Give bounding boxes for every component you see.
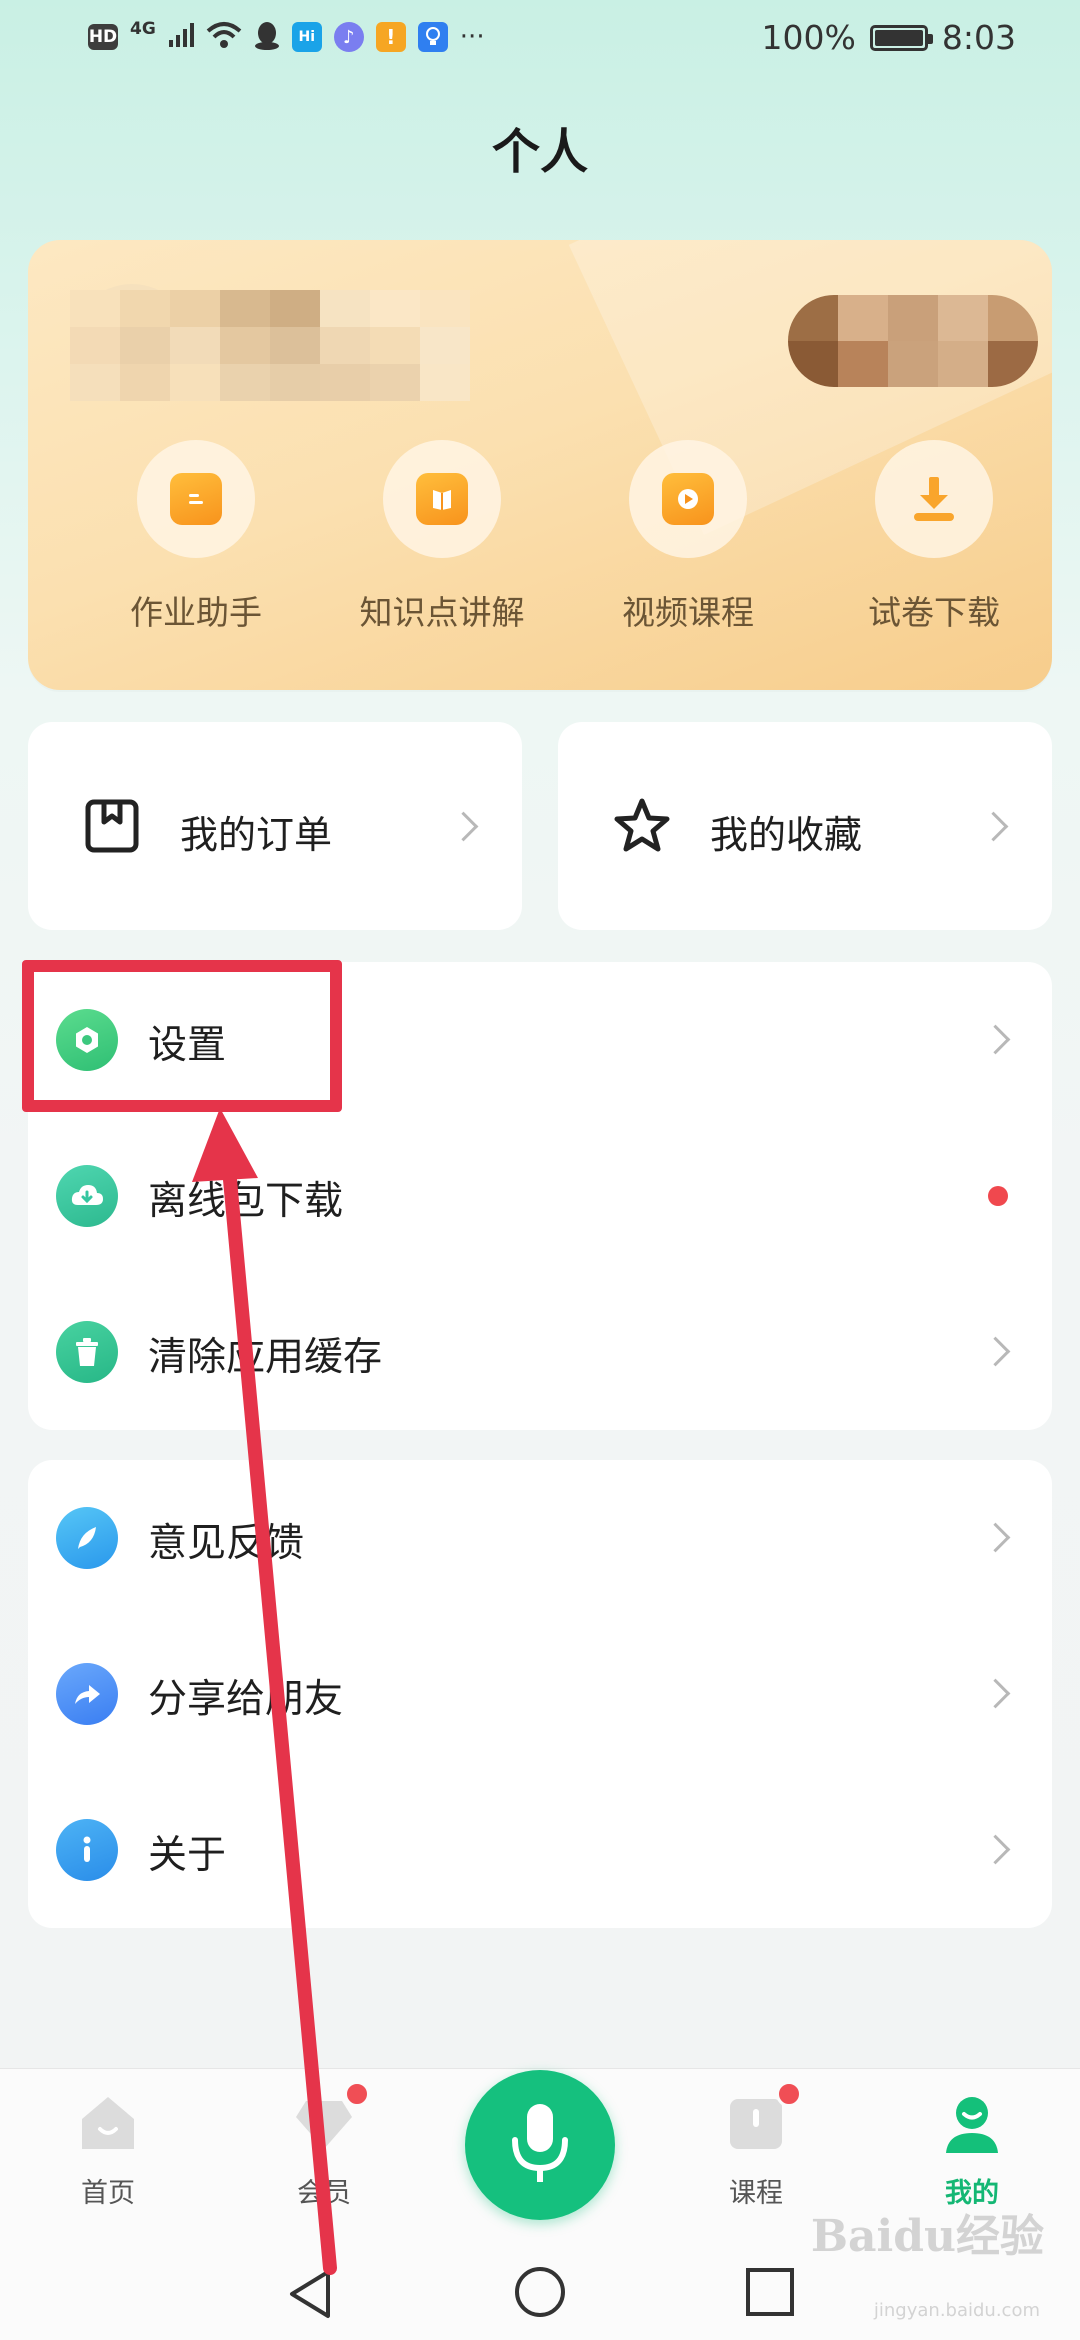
quick-action-homework[interactable]: 作业助手 [96, 440, 296, 634]
quick-action-label: 试卷下载 [868, 593, 1000, 632]
course-icon [724, 2081, 802, 2155]
signal-icon [168, 22, 194, 52]
menu-item-label: 意见反馈 [148, 1521, 305, 1566]
menu-item-label: 清除应用缓存 [148, 1335, 383, 1380]
profile-card[interactable]: 作业助手 知识点讲解 视频课程 试卷下载 [28, 240, 1052, 690]
quick-action-download[interactable]: 试卷下载 [834, 440, 1034, 634]
share-icon [56, 1663, 118, 1725]
tab-label: 课程 [729, 2178, 783, 2209]
vip-badge-blurred[interactable] [788, 295, 1038, 387]
menu-item-share[interactable]: 分享给朋友 [28, 1616, 1052, 1772]
diamond-icon [292, 2081, 370, 2155]
chevron-right-icon [978, 811, 1009, 842]
menu-item-label: 关于 [148, 1833, 227, 1878]
quick-action-circle [629, 440, 747, 558]
play-icon [662, 473, 714, 525]
tab-home[interactable]: 首页 [38, 2091, 178, 2210]
menu-item-clear-cache[interactable]: 清除应用缓存 [28, 1274, 1052, 1430]
order-icon [85, 799, 139, 853]
trash-icon [56, 1321, 118, 1383]
hi-app-icon: Hi [291, 22, 322, 52]
back-nav-icon[interactable] [284, 2266, 340, 2322]
chevron-right-icon [980, 1336, 1011, 1367]
my-favorites-label: 我的收藏 [710, 813, 863, 857]
wifi-icon [206, 21, 242, 53]
chevron-right-icon [980, 1678, 1011, 1709]
quick-action-circle [137, 440, 255, 558]
menu-item-about[interactable]: 关于 [28, 1772, 1052, 1928]
new-badge-dot [988, 1186, 1008, 1206]
voice-search-button[interactable] [465, 2070, 615, 2220]
microphone-icon [512, 2104, 568, 2182]
qq-icon [254, 20, 280, 54]
quick-action-label: 知识点讲解 [359, 593, 525, 632]
quick-action-label: 作业助手 [130, 593, 262, 632]
notification-dot [344, 2081, 370, 2107]
menu-item-label: 分享给朋友 [148, 1677, 344, 1722]
username-blurred [70, 290, 470, 401]
menu-item-offline-download[interactable]: 离线包下载 [28, 1118, 1052, 1274]
my-favorites-card[interactable]: 我的收藏 [558, 722, 1052, 930]
clock: 8:03 [941, 18, 1016, 57]
battery-percent: 100% [761, 18, 856, 57]
quick-action-circle [875, 440, 993, 558]
battery-icon [869, 24, 933, 51]
network-label: 4G [130, 19, 156, 39]
quick-action-label: 视频课程 [622, 593, 754, 632]
page-title: 个人 [491, 124, 588, 180]
menu-item-feedback[interactable]: 意见反馈 [28, 1460, 1052, 1616]
menu-item-label: 离线包下载 [148, 1179, 344, 1224]
more-notifications-icon: ··· [459, 22, 485, 52]
chevron-right-icon [448, 811, 479, 842]
my-orders-label: 我的订单 [180, 813, 333, 857]
chevron-right-icon [980, 1522, 1011, 1553]
tab-courses[interactable]: 课程 [686, 2081, 826, 2210]
hd-icon: HD [88, 24, 118, 50]
star-icon [614, 798, 670, 852]
status-icons-right: 100% 8:03 [762, 18, 1016, 57]
home-icon [76, 2091, 140, 2155]
download-icon [914, 477, 954, 521]
feather-icon [56, 1507, 118, 1569]
my-orders-card[interactable]: 我的订单 [28, 722, 522, 930]
tab-label: 首页 [81, 2178, 135, 2209]
profile-icon [940, 2091, 1004, 2155]
chevron-right-icon [980, 1834, 1011, 1865]
tab-membership[interactable]: 会员 [254, 2081, 394, 2210]
quick-action-circle [383, 440, 501, 558]
book-icon [416, 473, 468, 525]
quick-action-knowledge[interactable]: 知识点讲解 [342, 440, 542, 634]
chevron-right-icon [980, 1024, 1011, 1055]
menu-group-secondary: 意见反馈 分享给朋友 关于 [28, 1460, 1052, 1928]
cloud-download-icon [56, 1165, 118, 1227]
home-nav-icon[interactable] [512, 2264, 568, 2320]
info-icon [56, 1819, 118, 1881]
tab-label: 会员 [297, 2178, 351, 2209]
tab-profile[interactable]: 我的 [902, 2091, 1042, 2210]
recents-nav-icon[interactable] [744, 2266, 796, 2318]
homework-icon [170, 473, 222, 525]
music-icon: ♪ [333, 22, 364, 52]
highlight-box [22, 960, 342, 1112]
watermark-logo: Baidu经验 [810, 2211, 1044, 2262]
notification-dot [776, 2081, 802, 2107]
watermark-url: jingyan.baidu.com [873, 2300, 1040, 2321]
status-bar: HD 4G Hi ♪ ! ··· 100% 8:03 [0, 0, 1080, 84]
status-icons-left: HD 4G Hi ♪ ! ··· [88, 19, 485, 54]
quick-action-video[interactable]: 视频课程 [588, 440, 788, 634]
alert-app-icon: ! [375, 22, 406, 52]
bulb-icon [417, 22, 448, 52]
